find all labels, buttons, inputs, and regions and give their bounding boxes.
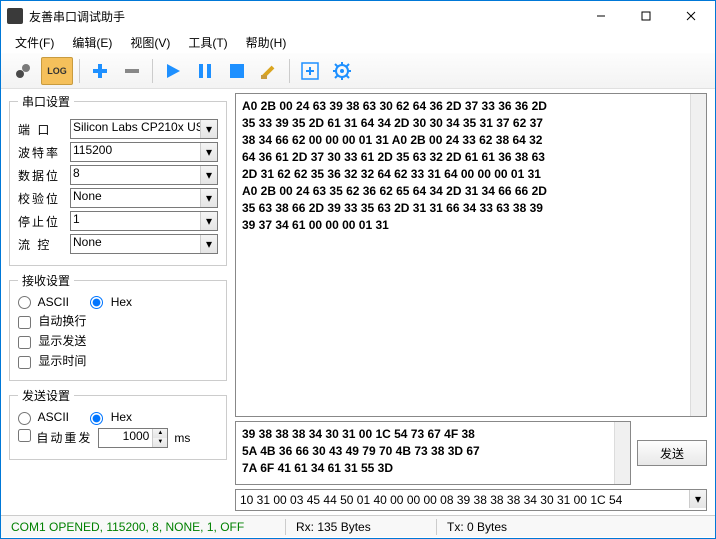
scrollbar[interactable] <box>690 94 706 416</box>
chevron-down-icon[interactable]: ▾ <box>689 490 706 508</box>
tx-textarea[interactable]: 39 38 38 38 34 30 31 00 1C 54 73 67 4F 3… <box>235 421 631 485</box>
statusbar: COM1 OPENED, 115200, 8, NONE, 1, OFF Rx:… <box>1 515 715 537</box>
port-label: 端 口 <box>18 121 64 138</box>
autorepeat-check[interactable]: 自动重发 <box>18 429 92 446</box>
spin-up-icon[interactable]: ▲ <box>152 429 167 438</box>
rx-textarea[interactable]: A0 2B 00 24 63 39 38 63 30 62 64 36 2D 3… <box>235 93 707 417</box>
serial-settings-group: 串口设置 端 口 Silicon Labs CP210x USI▾ 波特率 11… <box>9 93 227 266</box>
chevron-down-icon[interactable]: ▾ <box>200 212 217 230</box>
send-ascii-radio[interactable]: ASCII <box>18 410 69 424</box>
interval-spinner[interactable]: 1000 ▲▼ <box>98 428 168 448</box>
window-icon[interactable] <box>296 57 324 85</box>
serial-legend: 串口设置 <box>18 93 74 110</box>
menu-view[interactable]: 视图(V) <box>122 32 178 53</box>
remove-icon[interactable] <box>118 57 146 85</box>
minimize-button[interactable] <box>578 2 623 30</box>
parity-label: 校验位 <box>18 190 64 207</box>
toolbar: LOG <box>1 53 715 89</box>
connect-icon[interactable] <box>9 57 37 85</box>
status-tx: Tx: 0 Bytes <box>437 520 517 534</box>
play-icon[interactable] <box>159 57 187 85</box>
menu-help[interactable]: 帮助(H) <box>238 32 295 53</box>
log-icon[interactable]: LOG <box>41 57 73 85</box>
send-legend: 发送设置 <box>18 387 74 404</box>
stopbits-select[interactable]: 1▾ <box>70 211 218 231</box>
recv-hex-radio[interactable]: Hex <box>90 295 132 309</box>
menu-tools[interactable]: 工具(T) <box>180 32 235 53</box>
menu-edit[interactable]: 编辑(E) <box>64 32 120 53</box>
status-rx: Rx: 135 Bytes <box>286 520 436 534</box>
send-button[interactable]: 发送 <box>637 440 707 466</box>
history-combo[interactable]: 10 31 00 03 45 44 50 01 40 00 00 00 08 3… <box>235 489 707 511</box>
menu-file[interactable]: 文件(F) <box>7 32 62 53</box>
baud-select[interactable]: 115200▾ <box>70 142 218 162</box>
databits-label: 数据位 <box>18 167 64 184</box>
stopbits-label: 停止位 <box>18 213 64 230</box>
flow-label: 流 控 <box>18 236 64 253</box>
send-hex-radio[interactable]: Hex <box>90 410 132 424</box>
ms-label: ms <box>174 431 190 445</box>
flow-select[interactable]: None▾ <box>70 234 218 254</box>
chevron-down-icon[interactable]: ▾ <box>200 235 217 253</box>
recv-settings-group: 接收设置 ASCII Hex 自动换行 显示发送 显示时间 <box>9 272 227 381</box>
autowrap-check[interactable]: 自动换行 <box>18 314 86 328</box>
spin-down-icon[interactable]: ▼ <box>152 438 167 447</box>
status-connection: COM1 OPENED, 115200, 8, NONE, 1, OFF <box>1 520 285 534</box>
settings-icon[interactable] <box>328 57 356 85</box>
parity-select[interactable]: None▾ <box>70 188 218 208</box>
close-button[interactable] <box>668 2 713 30</box>
window-title: 友善串口调试助手 <box>29 8 578 25</box>
scrollbar[interactable] <box>614 422 630 484</box>
showsend-check[interactable]: 显示发送 <box>18 334 86 348</box>
chevron-down-icon[interactable]: ▾ <box>200 120 217 138</box>
menubar: 文件(F) 编辑(E) 视图(V) 工具(T) 帮助(H) <box>1 31 715 53</box>
clear-icon[interactable] <box>255 57 283 85</box>
maximize-button[interactable] <box>623 2 668 30</box>
port-select[interactable]: Silicon Labs CP210x USI▾ <box>70 119 218 139</box>
stop-icon[interactable] <box>223 57 251 85</box>
titlebar: 友善串口调试助手 <box>1 1 715 31</box>
recv-ascii-radio[interactable]: ASCII <box>18 295 69 309</box>
app-icon <box>7 8 23 24</box>
showtime-check[interactable]: 显示时间 <box>18 354 86 368</box>
chevron-down-icon[interactable]: ▾ <box>200 143 217 161</box>
add-icon[interactable] <box>86 57 114 85</box>
send-settings-group: 发送设置 ASCII Hex 自动重发 1000 ▲▼ ms <box>9 387 227 459</box>
chevron-down-icon[interactable]: ▾ <box>200 189 217 207</box>
recv-legend: 接收设置 <box>18 272 74 289</box>
chevron-down-icon[interactable]: ▾ <box>200 166 217 184</box>
baud-label: 波特率 <box>18 144 64 161</box>
pause-icon[interactable] <box>191 57 219 85</box>
databits-select[interactable]: 8▾ <box>70 165 218 185</box>
